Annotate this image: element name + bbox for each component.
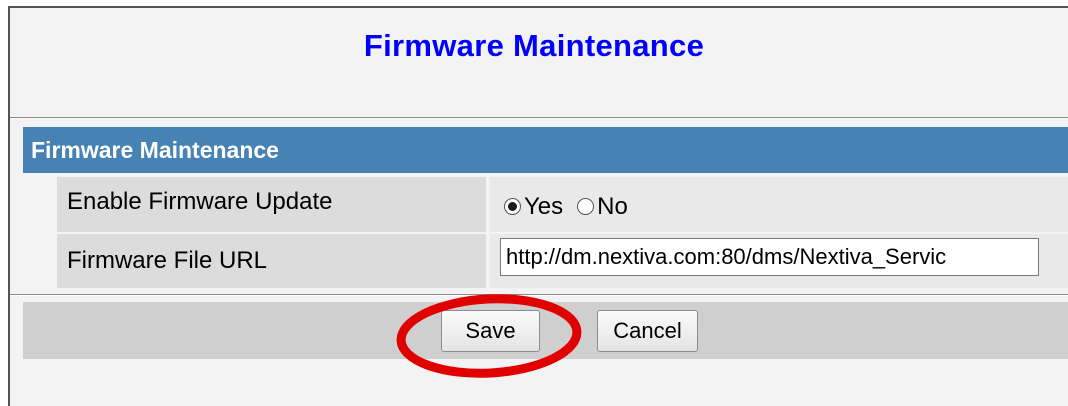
firmware-update-no-radio[interactable]	[577, 198, 595, 215]
enable-firmware-update-row: Enable Firmware Update Yes No	[57, 177, 1068, 232]
firmware-update-radio-group: Yes No	[504, 177, 642, 232]
firmware-file-url-input[interactable]	[500, 238, 1039, 276]
title-divider	[10, 117, 1068, 119]
form-divider	[10, 294, 1068, 296]
firmware-file-url-label: Firmware File URL	[57, 234, 486, 288]
firmware-file-url-value	[490, 234, 1068, 288]
enable-firmware-update-value: Yes No	[490, 177, 1068, 232]
section-header: Firmware Maintenance	[23, 127, 1068, 173]
firmware-file-url-row: Firmware File URL	[57, 234, 1068, 288]
save-button[interactable]: Save	[441, 310, 540, 352]
button-bar: Save Cancel	[23, 302, 1068, 359]
firmware-update-yes-label[interactable]: Yes	[524, 182, 563, 232]
firmware-update-yes-radio[interactable]	[504, 198, 521, 215]
enable-firmware-update-label: Enable Firmware Update	[57, 177, 486, 232]
cancel-button[interactable]: Cancel	[597, 310, 698, 352]
page-title: Firmware Maintenance	[363, 28, 705, 63]
firmware-update-no-label[interactable]: No	[597, 182, 628, 232]
